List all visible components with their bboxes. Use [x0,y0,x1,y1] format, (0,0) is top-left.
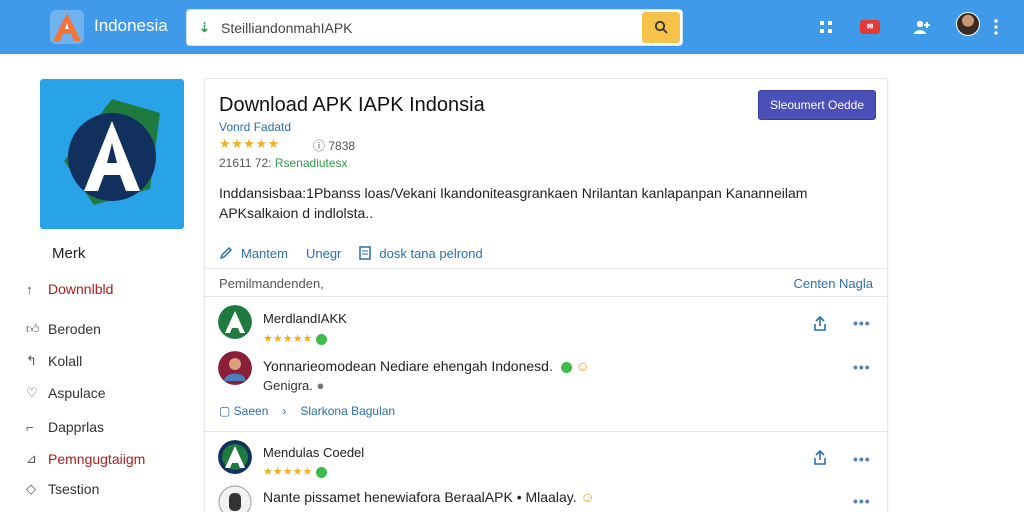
app-detail-card: Download APK IAPK Indonsia Vonrd Fadatd … [204,78,889,512]
sidebar-item-pemngugtaiigm[interactable]: ⊿ Pemngugtaiigm [26,448,186,470]
more-options-icon[interactable]: ••• [853,359,877,375]
save-icon: ▢ [219,404,234,418]
sidebar-item-label: Pemngugtaiigm [48,451,146,467]
rating-count-value: 7838 [328,139,356,153]
sidebar-item-label: Downnlbld [48,281,114,297]
kebab-menu-icon[interactable] [982,13,1010,41]
edit-action[interactable]: Mantem [219,246,288,261]
grid-icon[interactable] [812,13,840,41]
document-action[interactable]: dosk tana pelrond [359,245,483,261]
avatar[interactable] [956,12,980,36]
sidebar-item-label: Kolall [48,353,83,369]
verified-badge-icon [316,333,328,345]
sidebar-item-label: Aspulace [48,385,106,401]
review-rating: ★★★★★ [263,332,328,345]
reviewer-name[interactable]: MerdlandIAKK [263,311,347,326]
document-action-label: dosk tana pelrond [379,245,483,261]
review-rating: ★★★★★ [263,465,328,478]
sidebar-item-dapprlas[interactable]: ⌐ Dapprlas [26,416,186,438]
tag-icon: ◇ [26,481,36,496]
commenter-avatar[interactable] [218,351,252,385]
green-emoji-icon [560,361,572,373]
reply-icon: ↰ [26,353,37,368]
download-indicator-icon: ⇣ [199,20,210,35]
thumb-up-icon: 👍︎ [26,321,40,336]
arrow-up-icon: ↑ [26,281,33,297]
more-options-icon[interactable]: ••• [853,315,877,331]
version-number: 21611 72: [219,156,272,170]
edit-action-label: Mantem [241,245,288,261]
brand-name[interactable]: Indonesia [94,16,168,36]
reviewer-name[interactable]: Mendulas Coedel [263,445,364,460]
chart-icon: ⊿ [26,451,37,466]
divider [205,431,889,432]
sidebar-item-beroden[interactable]: 👍︎ Beroden [26,318,186,340]
top-bar: Indonesia ⇣ SteilliandonmahIAPK ✉ [0,0,1024,54]
rating-count: ⓘ 7838 [313,137,355,154]
smile-emoji-icon: ☺ [580,489,595,505]
review-comment-text: Yonnarieomodean Nediare ehengah Indonesd… [263,358,553,374]
sidebar-item-kolall[interactable]: ↰ Kolall [26,350,186,372]
review-comment: Yonnarieomodean Nediare ehengah Indonesd… [263,358,590,374]
divider [205,296,889,297]
reviews-heading: Pemilmandenden, [219,276,324,291]
sidebar-title: Merk [52,245,86,262]
review-comment-line2: Genigra. ● [263,378,324,393]
chevron-right-icon: › [282,404,287,418]
action-bar: Mantem Unegr dosk tana pelrond [219,243,483,263]
review-comment-text: Nante pissamet henewiafora BeraalAPK • M… [263,489,577,505]
notifications-icon[interactable]: ✉ [856,13,884,41]
sidebar-item-tsestion[interactable]: ◇ Tsestion [26,478,186,500]
user-add-icon[interactable] [908,13,936,41]
sidebar-item-label: Tsestion [48,481,100,497]
unegr-action[interactable]: Unegr [306,246,341,261]
reviews-link[interactable]: Centen Nagla [794,276,874,291]
review-comment-line2-text: Genigra. [263,378,313,393]
logo-icon[interactable] [48,8,86,46]
gray-emoji-icon: ● [316,378,325,393]
sidebar-item-download[interactable]: ↑ Downnlbld [26,278,186,300]
search-input[interactable]: SteilliandonmahIAPK [221,20,353,36]
publisher-link[interactable]: Vonrd Fadatd [219,120,291,134]
verified-badge-icon [316,466,328,478]
reviewer-avatar[interactable] [218,305,252,339]
commenter-avatar[interactable] [218,485,252,512]
review-stars: ★★★★★ [263,466,313,478]
share-icon[interactable] [811,315,829,333]
sidebar-item-aspulace[interactable]: ♡ Aspulace [26,382,186,404]
primary-action-button[interactable]: Sleoumert Oedde [758,90,876,120]
document-icon [359,246,372,260]
search-icon [654,20,668,34]
mail-badge: ✉ [860,20,880,34]
search-bar[interactable]: ⇣ SteilliandonmahIAPK [186,9,683,46]
divider [205,268,889,269]
version-status: Rsenadiutesx [274,156,348,170]
unegr-action-label: Unegr [305,245,342,261]
rating-stars: ★★★★★ [219,136,280,151]
search-button[interactable] [642,12,680,43]
more-options-icon[interactable]: ••• [853,493,877,509]
review-stars: ★★★★★ [263,333,313,345]
reviewer-avatar[interactable] [218,440,252,474]
app-icon [40,79,184,229]
heart-plus-icon: ♡ [26,385,38,400]
more-options-icon[interactable]: ••• [853,451,877,467]
save-action[interactable]: ▢ Saeen [219,404,268,418]
info-icon: ⓘ [313,139,329,153]
smile-emoji-icon: ☺ [575,358,590,374]
sidebar-item-label: Beroden [48,321,101,337]
page-title: Download APK IAPK Indonsia [219,94,485,116]
sidebar-item-label: Dapprlas [48,419,105,435]
bookmark-icon: ⌐ [26,419,34,435]
version-info: 21611 72: Rsenadiutesx [219,156,348,170]
reply-row: ▢ Saeen › Slarkona Bagulan [219,404,395,418]
share-icon[interactable] [811,449,829,467]
app-description: Inddansisbaa:1Pbanss loas/Vekani Ikandon… [219,185,808,221]
replies-link[interactable]: Slarkona Bagulan [300,404,395,418]
pencil-icon [219,246,233,260]
review-comment: Nante pissamet henewiafora BeraalAPK • M… [263,489,595,505]
save-label: Saeen [233,404,269,418]
